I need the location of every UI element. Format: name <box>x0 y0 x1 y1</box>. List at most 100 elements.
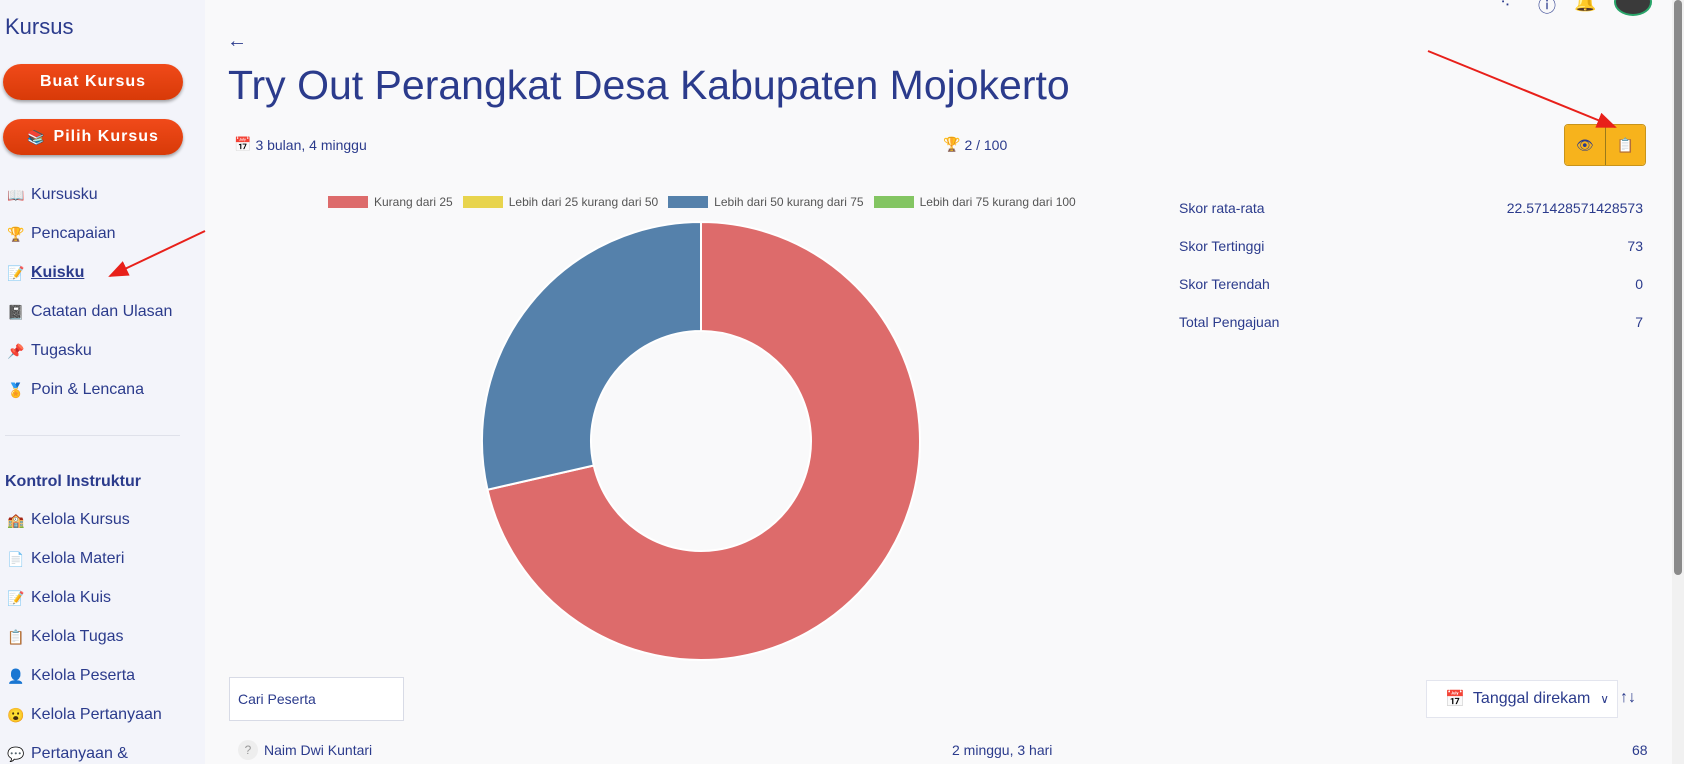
notebook-icon: 📓 <box>7 303 25 320</box>
sidebar-item-pertanyaan-diskusi[interactable]: 💬 Pertanyaan & <box>7 745 128 763</box>
sidebar-item-label: Kelola Tugas <box>31 628 124 645</box>
apps-icon[interactable]: ⁖ <box>1500 0 1511 13</box>
sidebar-item-kelola-tugas[interactable]: 📋 Kelola Tugas <box>7 628 124 646</box>
sort-direction-toggle-icon[interactable]: ↑↓ <box>1620 689 1636 707</box>
row-name[interactable]: Naim Dwi Kuntari <box>264 742 372 758</box>
action-button-group: 👁 📋 <box>1564 124 1646 166</box>
clipboard-icon: 📋 <box>7 628 25 645</box>
sidebar-section-title: Kontrol Instruktur <box>5 473 141 490</box>
clipboard-button[interactable]: 📋 <box>1604 125 1645 165</box>
search-placeholder: Cari Peserta <box>238 691 316 707</box>
score-donut-chart <box>481 220 921 661</box>
sidebar-item-kelola-peserta[interactable]: 👤 Kelola Peserta <box>7 667 135 685</box>
duration-text: 3 bulan, 4 minggu <box>255 136 367 153</box>
sidebar-item-poin[interactable]: 🏅 Poin & Lencana <box>7 381 144 399</box>
stat-label: Skor rata-rata <box>1179 200 1265 216</box>
sidebar-item-kursusku[interactable]: 📖 Kursusku <box>7 186 98 204</box>
legend-swatch <box>668 196 709 208</box>
speech-bubble-icon: 💬 <box>7 745 25 762</box>
donut-slice[interactable] <box>481 220 702 491</box>
create-course-button[interactable]: Buat Kursus <box>3 64 183 100</box>
calendar-icon: 📅 <box>234 136 252 152</box>
pick-course-button[interactable]: 📚 Pilih Kursus <box>3 119 183 155</box>
pick-course-label: Pilih Kursus <box>53 128 159 145</box>
page-icon: 📄 <box>7 550 25 567</box>
stat-row-average: Skor rata-rata 22.571428571428573 <box>1179 200 1643 216</box>
memo-icon: 📝 <box>7 589 25 606</box>
sidebar-item-label: Kelola Kuis <box>31 589 112 606</box>
sidebar-item-label: Tugasku <box>31 342 92 359</box>
duration-meta: 📅 3 bulan, 4 minggu <box>234 136 367 153</box>
create-course-label: Buat Kursus <box>39 73 147 90</box>
sidebar-item-label: Kelola Pertanyaan <box>31 706 162 723</box>
sidebar-item-label: Kelola Peserta <box>31 667 136 684</box>
person-icon: 👤 <box>7 667 25 684</box>
sidebar-item-kuisku[interactable]: 📝 Kuisku <box>7 264 84 282</box>
sidebar-title: Kursus <box>5 14 74 39</box>
sidebar-item-kelola-kursus[interactable]: 🏫 Kelola Kursus <box>7 511 130 529</box>
sidebar-item-label: Kelola Kursus <box>31 511 130 528</box>
legend-swatch <box>873 196 914 208</box>
sidebar-item-catatan[interactable]: 📓 Catatan dan Ulasan <box>7 303 172 321</box>
calendar-icon: 📅 <box>1445 691 1465 708</box>
memo-icon: 📝 <box>7 264 25 281</box>
sidebar-divider <box>5 435 180 436</box>
school-icon: 🏫 <box>7 511 25 528</box>
page-title: Try Out Perangkat Desa Kabupaten Mojoker… <box>228 62 1070 108</box>
row-score: 68 <box>1632 742 1648 758</box>
legend-item[interactable]: Lebih dari 25 kurang dari 50 <box>462 195 659 209</box>
sidebar-item-label: Poin & Lencana <box>31 381 144 398</box>
scrollbar[interactable] <box>1672 0 1684 764</box>
book-icon: 📖 <box>7 186 25 203</box>
legend-swatch <box>462 196 503 208</box>
chevron-down-icon: ∨ <box>1600 692 1609 706</box>
eye-icon: 👁 <box>1575 136 1594 153</box>
sidebar-item-label: Pertanyaan & <box>31 745 128 762</box>
scrollbar-thumb[interactable] <box>1674 0 1682 575</box>
sidebar-item-pencapaian[interactable]: 🏆 Pencapaian <box>7 225 116 243</box>
stat-label: Skor Tertinggi <box>1179 238 1265 254</box>
annotation-arrow <box>1427 50 1617 128</box>
sort-select[interactable]: 📅 Tanggal direkam ∨ <box>1426 680 1618 718</box>
stat-value: 73 <box>1627 238 1643 254</box>
sidebar-item-label: Pencapaian <box>31 225 116 242</box>
sidebar-item-label: Catatan dan Ulasan <box>31 303 173 320</box>
sidebar-item-kelola-materi[interactable]: 📄 Kelola Materi <box>7 550 124 568</box>
sidebar: Kursus Buat Kursus 📚 Pilih Kursus 📖 Kurs… <box>0 0 205 764</box>
legend-swatch <box>328 196 368 208</box>
stat-row-lowest: Skor Terendah 0 <box>1179 276 1643 292</box>
bell-icon[interactable]: 🔔 <box>1574 0 1596 13</box>
unknown-avatar-icon: ? <box>238 740 258 760</box>
clipboard-icon: 📋 <box>1616 136 1634 153</box>
stat-row-total: Total Pengajuan 7 <box>1179 314 1643 330</box>
search-input[interactable]: Cari Peserta <box>229 677 404 721</box>
books-icon: 📚 <box>27 128 46 145</box>
sidebar-item-label: Kursusku <box>31 186 98 203</box>
legend-label: Lebih dari 50 kurang dari 75 <box>714 195 864 209</box>
medal-icon: 🏅 <box>7 381 25 398</box>
legend-item[interactable]: Lebih dari 50 kurang dari 75 <box>668 195 864 209</box>
surprised-face-icon: 😮 <box>7 706 25 723</box>
legend-label: Kurang dari 25 <box>374 195 453 209</box>
legend-item[interactable]: Kurang dari 25 <box>328 195 453 209</box>
legend-label: Lebih dari 75 kurang dari 100 <box>919 195 1076 209</box>
back-arrow-icon[interactable]: ← <box>227 30 247 53</box>
pushpin-icon: 📌 <box>7 342 25 359</box>
view-button[interactable]: 👁 <box>1565 125 1605 165</box>
stat-value: 7 <box>1635 314 1643 330</box>
stat-label: Total Pengajuan <box>1179 314 1280 330</box>
legend-label: Lebih dari 25 kurang dari 50 <box>508 195 659 209</box>
trophy-icon: 🏆 <box>7 225 25 242</box>
stat-value: 0 <box>1635 276 1643 292</box>
stat-value: 22.571428571428573 <box>1506 200 1643 216</box>
stat-row-highest: Skor Tertinggi 73 <box>1179 238 1643 254</box>
avatar[interactable] <box>1614 0 1652 16</box>
sidebar-item-kelola-kuis[interactable]: 📝 Kelola Kuis <box>7 589 111 607</box>
sidebar-item-kelola-pertanyaan[interactable]: 😮 Kelola Pertanyaan <box>7 706 162 724</box>
help-icon[interactable]: ⓘ <box>1538 0 1556 18</box>
sidebar-item-label: Kelola Materi <box>31 550 125 567</box>
score-text: 2 / 100 <box>964 136 1008 153</box>
sidebar-item-tugasku[interactable]: 📌 Tugasku <box>7 342 92 360</box>
stat-label: Skor Terendah <box>1179 276 1270 292</box>
legend-item[interactable]: Lebih dari 75 kurang dari 100 <box>873 195 1076 209</box>
